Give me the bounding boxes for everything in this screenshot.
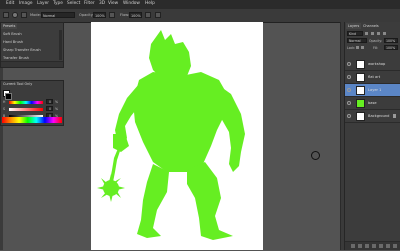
layer-row[interactable]: base xyxy=(345,97,400,110)
layer-name: flat art xyxy=(368,75,381,79)
layer-opacity-label: Opacity: xyxy=(369,39,383,43)
pixel-filter-icon[interactable] xyxy=(365,32,368,35)
layer-name: Layer 1 xyxy=(368,88,382,92)
new-group-icon[interactable] xyxy=(379,244,383,248)
layer-thumbnail xyxy=(356,73,365,82)
hue-unit: % xyxy=(55,100,59,104)
opacity-label: Opacity: xyxy=(79,13,94,17)
saturation-value[interactable]: 0 xyxy=(46,106,53,111)
menu-edit[interactable]: Edit xyxy=(6,1,14,6)
layers-footer xyxy=(345,241,400,250)
opacity-field[interactable]: 100% xyxy=(93,12,106,18)
lock-icon xyxy=(393,114,396,118)
document-canvas[interactable] xyxy=(91,22,263,250)
preset-item[interactable]: Hard Brush xyxy=(3,40,23,44)
blend-mode-select[interactable]: Normal xyxy=(347,38,367,43)
layer-thumbnail xyxy=(356,86,365,95)
presets-tab[interactable]: Presets xyxy=(1,23,18,29)
layer-row[interactable]: flat art xyxy=(345,71,400,84)
creature-silhouette xyxy=(97,30,245,240)
flow-field[interactable]: 100% xyxy=(129,12,142,18)
preset-item[interactable]: Transfer Brush xyxy=(3,56,29,60)
eye-icon[interactable] xyxy=(347,114,351,118)
layer-name: workshop xyxy=(368,62,386,66)
type-filter-icon[interactable] xyxy=(377,32,380,35)
pressure-size-icon[interactable] xyxy=(155,12,161,18)
eye-icon[interactable] xyxy=(347,101,351,105)
shape-filter-icon[interactable] xyxy=(383,32,386,35)
add-mask-icon[interactable] xyxy=(365,244,369,248)
tool-presets-panel: Presets Soft Brush Hard Brush Sharp Tran… xyxy=(0,22,64,68)
delete-layer-icon[interactable] xyxy=(393,244,397,248)
background-swatch[interactable] xyxy=(5,93,12,100)
hue-slider[interactable] xyxy=(9,101,43,104)
color-spectrum[interactable] xyxy=(2,117,62,123)
menu-select[interactable]: Select xyxy=(67,1,80,6)
adjustment-filter-icon[interactable] xyxy=(371,32,374,35)
saturation-unit: % xyxy=(55,107,59,111)
menu-3d[interactable]: 3D xyxy=(99,1,105,6)
new-layer-icon[interactable] xyxy=(386,244,390,248)
flow-label: Flow: xyxy=(120,13,130,17)
layer-filter-icons xyxy=(365,31,395,36)
layer-thumbnail xyxy=(356,60,365,69)
current-tool-only-label[interactable]: Current Tool Only xyxy=(1,81,35,87)
airbrush-icon[interactable] xyxy=(145,12,151,18)
brush-preset-icon[interactable] xyxy=(12,12,18,18)
preset-item[interactable]: Soft Brush xyxy=(3,32,22,36)
eye-icon[interactable] xyxy=(347,75,351,79)
color-panel: Current Tool Only H 0 % S 0 % B 0 % xyxy=(0,80,64,126)
layer-style-icon[interactable] xyxy=(358,244,362,248)
layers-panel: Layers Channels Kind Normal Opacity: 100… xyxy=(344,22,400,250)
link-layers-icon[interactable] xyxy=(351,244,355,248)
preset-scrollbar[interactable] xyxy=(59,30,62,60)
menu-image[interactable]: Image xyxy=(19,1,32,6)
adjustment-layer-icon[interactable] xyxy=(372,244,376,248)
layer-thumbnail xyxy=(356,112,365,121)
brush-panel-icon[interactable] xyxy=(21,12,27,18)
menu-filter[interactable]: Filter xyxy=(84,1,95,6)
presets-footer xyxy=(1,61,63,67)
saturation-slider[interactable] xyxy=(9,108,43,111)
menu-type[interactable]: Type xyxy=(53,1,63,6)
options-bar: Mode: Normal Opacity: 100% Flow: 100% xyxy=(0,9,400,23)
layer-thumbnail xyxy=(356,99,365,108)
fill-field[interactable]: 100% xyxy=(384,45,398,50)
fill-label: Fill: xyxy=(373,46,379,50)
saturation-label: S xyxy=(3,107,6,111)
pressure-opacity-icon[interactable] xyxy=(109,12,115,18)
tab-layers[interactable]: Layers xyxy=(346,23,362,29)
layer-row[interactable]: workshop xyxy=(345,58,400,71)
layer-name: Background xyxy=(368,114,390,118)
lock-pixels-icon[interactable] xyxy=(356,46,359,49)
eye-icon[interactable] xyxy=(347,62,351,66)
hue-label: H xyxy=(3,100,6,104)
tab-channels[interactable]: Channels xyxy=(361,23,381,29)
brush-cursor xyxy=(311,151,320,160)
brush-tool-icon[interactable] xyxy=(3,12,9,18)
hue-value[interactable]: 0 xyxy=(46,99,53,104)
layer-row-active[interactable]: Layer 1 xyxy=(345,84,400,97)
lock-label: Lock: xyxy=(347,46,356,50)
menu-layer[interactable]: Layer xyxy=(37,1,49,6)
preset-item[interactable]: Sharp Transfer Brush xyxy=(3,48,41,52)
mode-label: Mode: xyxy=(30,13,42,17)
layer-name: base xyxy=(368,101,377,105)
menu-window[interactable]: Window xyxy=(123,1,140,6)
mode-select[interactable]: Normal xyxy=(41,12,75,18)
layer-opacity-field[interactable]: 100% xyxy=(384,38,398,43)
menu-help[interactable]: Help xyxy=(145,1,155,6)
layer-row[interactable]: Background xyxy=(345,110,400,123)
eye-icon[interactable] xyxy=(347,88,351,92)
menu-view[interactable]: View xyxy=(108,1,118,6)
layer-kind-filter[interactable]: Kind xyxy=(347,31,363,36)
lock-position-icon[interactable] xyxy=(361,46,364,49)
